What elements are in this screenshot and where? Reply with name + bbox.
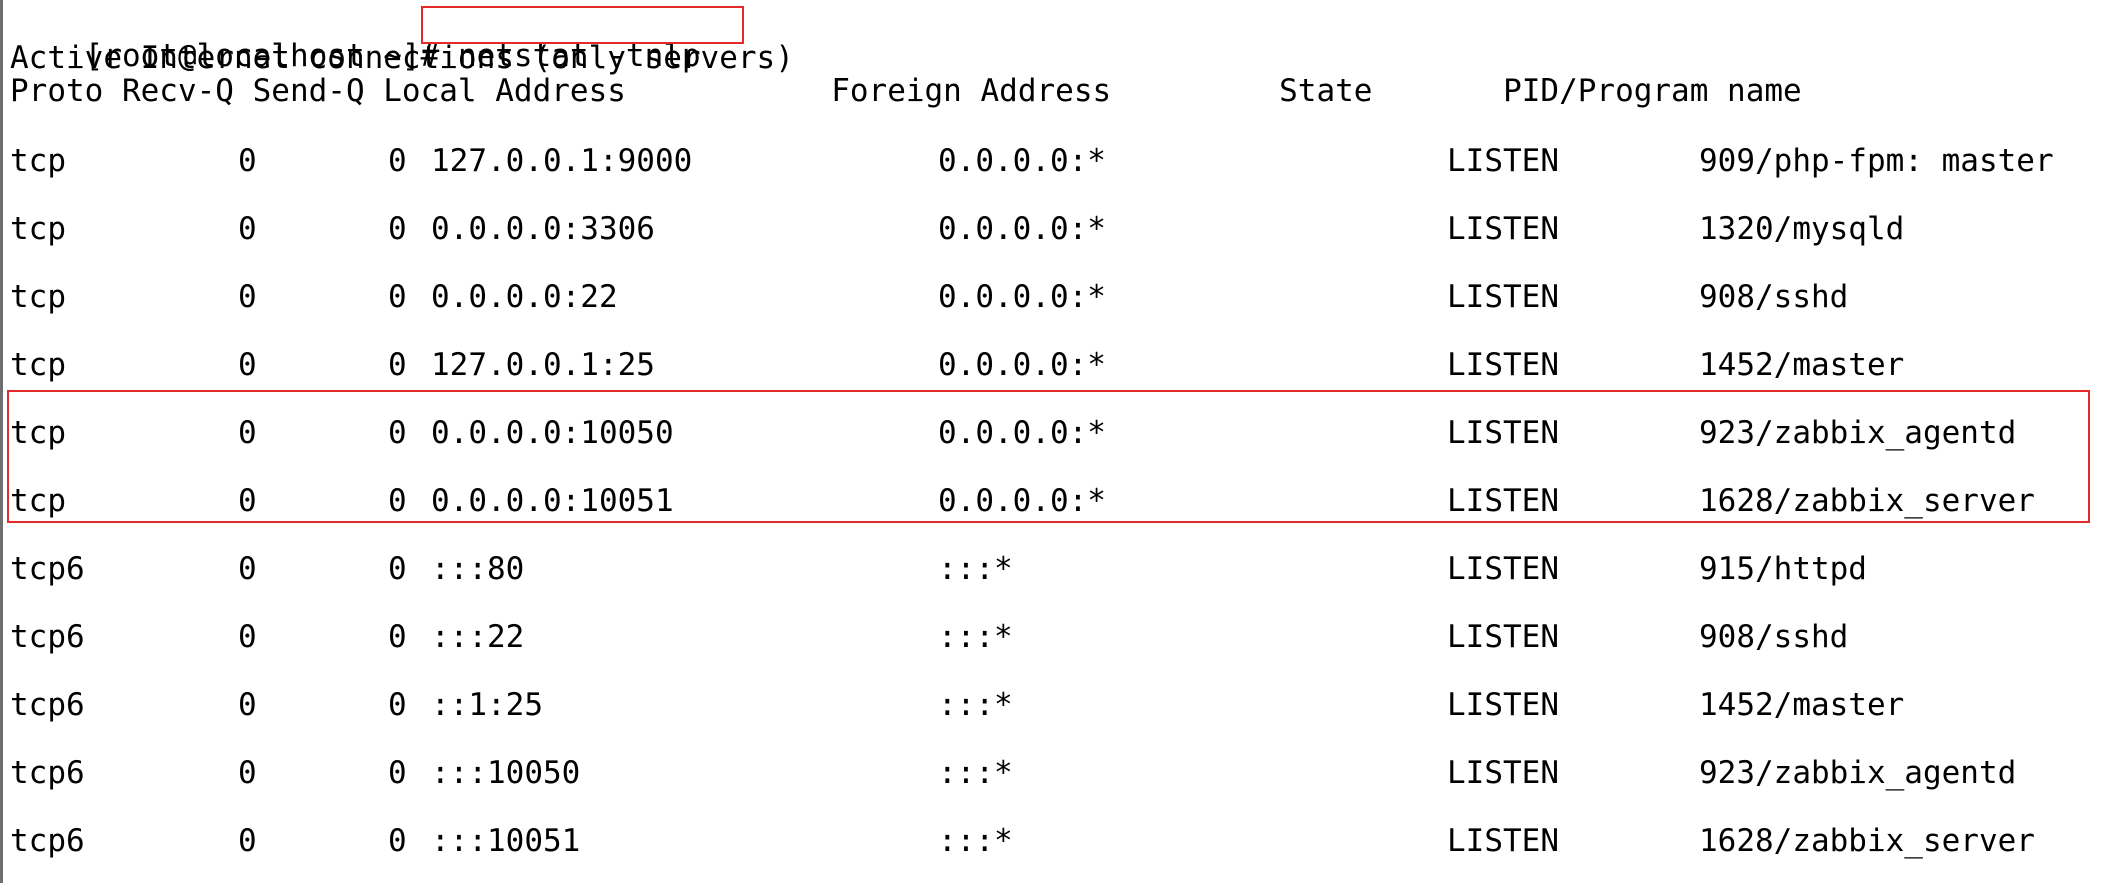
pid-program-cell: 908/sshd [1699,619,1849,655]
state-cell: LISTEN [1447,755,1559,791]
local-address-cell: 127.0.0.1:25 [431,347,655,383]
recv-q-cell: 0 [238,755,257,791]
send-q-cell: 0 [388,483,407,519]
state-cell: LISTEN [1447,279,1559,315]
table-header: Proto Recv-Q Send-Q Local Address Foreig… [10,73,1802,109]
foreign-address-cell: :::* [938,551,1013,587]
foreign-address-cell: :::* [938,823,1013,859]
local-address-cell: 0.0.0.0:10050 [431,415,674,451]
recv-q-cell: 0 [238,143,257,179]
pid-program-cell: 1320/mysqld [1699,211,1905,247]
proto-cell: tcp [10,279,66,315]
proto-cell: tcp [10,143,66,179]
foreign-address-cell: 0.0.0.0:* [938,415,1106,451]
proto-cell: tcp6 [10,823,85,859]
proto-cell: tcp [10,415,66,451]
recv-q-cell: 0 [238,483,257,519]
pid-program-cell: 1628/zabbix_server [1699,823,2035,859]
foreign-address-cell: 0.0.0.0:* [938,483,1106,519]
pid-program-cell: 1628/zabbix_server [1699,483,2035,519]
pid-program-cell: 915/httpd [1699,551,1867,587]
recv-q-cell: 0 [238,211,257,247]
send-q-cell: 0 [388,279,407,315]
state-cell: LISTEN [1447,415,1559,451]
local-address-cell: :::80 [431,551,525,587]
foreign-address-cell: :::* [938,619,1013,655]
local-address-cell: ::1:25 [431,687,543,723]
send-q-cell: 0 [388,687,407,723]
pid-program-cell: 909/php-fpm: master [1699,143,2054,179]
recv-q-cell: 0 [238,279,257,315]
send-q-cell: 0 [388,551,407,587]
foreign-address-cell: 0.0.0.0:* [938,347,1106,383]
recv-q-cell: 0 [238,687,257,723]
proto-cell: tcp [10,483,66,519]
recv-q-cell: 0 [238,551,257,587]
send-q-cell: 0 [388,619,407,655]
send-q-cell: 0 [388,415,407,451]
proto-cell: tcp [10,211,66,247]
proto-cell: tcp [10,347,66,383]
send-q-cell: 0 [388,211,407,247]
recv-q-cell: 0 [238,823,257,859]
proto-cell: tcp6 [10,687,85,723]
proto-cell: tcp6 [10,755,85,791]
window-left-edge [0,0,3,883]
status-line: Active Internet connections (only server… [10,40,794,76]
recv-q-cell: 0 [238,415,257,451]
send-q-cell: 0 [388,347,407,383]
send-q-cell: 0 [388,143,407,179]
state-cell: LISTEN [1447,687,1559,723]
foreign-address-cell: 0.0.0.0:* [938,211,1106,247]
recv-q-cell: 0 [238,619,257,655]
send-q-cell: 0 [388,823,407,859]
foreign-address-cell: 0.0.0.0:* [938,143,1106,179]
state-cell: LISTEN [1447,619,1559,655]
local-address-cell: 0.0.0.0:3306 [431,211,655,247]
proto-cell: tcp6 [10,551,85,587]
foreign-address-cell: 0.0.0.0:* [938,279,1106,315]
terminal-window[interactable]: [root@localhost ~]# netstat -tnlp Active… [0,0,2119,883]
foreign-address-cell: :::* [938,755,1013,791]
state-cell: LISTEN [1447,551,1559,587]
local-address-cell: 127.0.0.1:9000 [431,143,693,179]
state-cell: LISTEN [1447,483,1559,519]
state-cell: LISTEN [1447,211,1559,247]
pid-program-cell: 1452/master [1699,687,1905,723]
proto-cell: tcp6 [10,619,85,655]
foreign-address-cell: :::* [938,687,1013,723]
state-cell: LISTEN [1447,143,1559,179]
state-cell: LISTEN [1447,347,1559,383]
pid-program-cell: 1452/master [1699,347,1905,383]
state-cell: LISTEN [1447,823,1559,859]
pid-program-cell: 923/zabbix_agentd [1699,755,2017,791]
local-address-cell: :::22 [431,619,525,655]
pid-program-cell: 908/sshd [1699,279,1849,315]
pid-program-cell: 923/zabbix_agentd [1699,415,2017,451]
recv-q-cell: 0 [238,347,257,383]
local-address-cell: :::10051 [431,823,581,859]
local-address-cell: :::10050 [431,755,581,791]
local-address-cell: 0.0.0.0:10051 [431,483,674,519]
send-q-cell: 0 [388,755,407,791]
local-address-cell: 0.0.0.0:22 [431,279,618,315]
